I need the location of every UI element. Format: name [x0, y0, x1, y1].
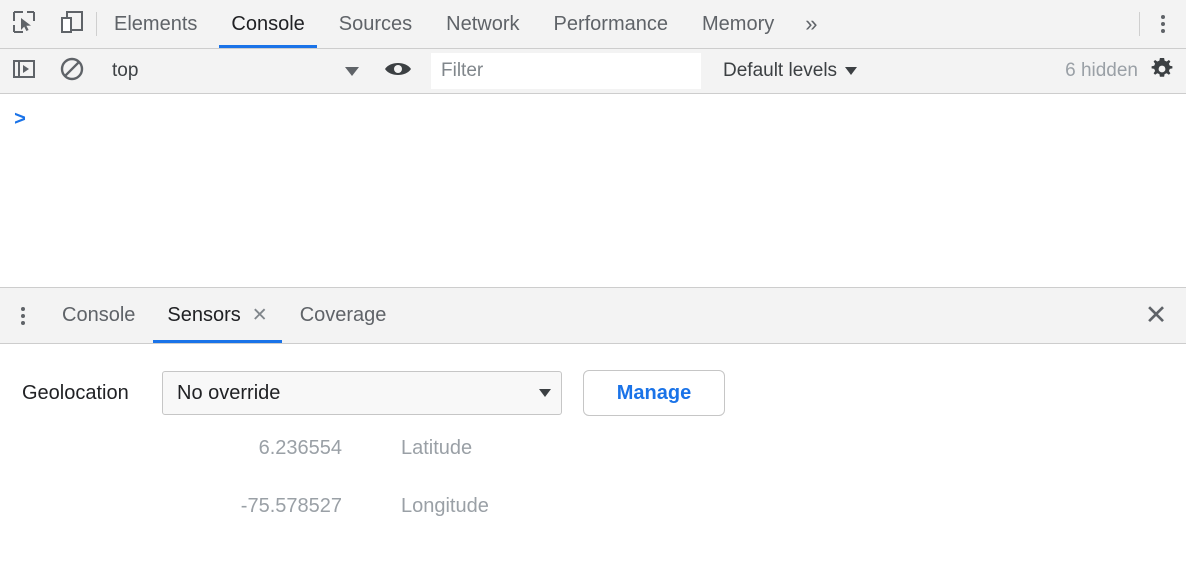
tab-sources[interactable]: Sources	[322, 0, 429, 48]
geolocation-row: Geolocation No override Manage	[0, 370, 1186, 416]
tab-memory[interactable]: Memory	[685, 0, 791, 48]
device-toolbar-button[interactable]	[48, 0, 96, 48]
latitude-label: Latitude	[401, 437, 472, 460]
log-levels-selector[interactable]: Default levels	[723, 60, 857, 82]
tab-console[interactable]: Console	[214, 0, 321, 48]
close-icon[interactable]: ✕	[252, 304, 268, 327]
live-expression-button[interactable]	[374, 58, 422, 85]
manage-button[interactable]: Manage	[583, 370, 725, 416]
clear-console-button[interactable]	[48, 56, 96, 87]
more-vertical-icon-dot	[21, 314, 25, 318]
main-tabbar: Elements Console Sources Network Perform…	[0, 0, 1186, 49]
live-expression-eye-icon	[383, 58, 413, 85]
main-menu-button[interactable]	[1140, 0, 1186, 48]
tab-performance[interactable]: Performance	[537, 0, 686, 48]
console-sidebar-button[interactable]	[0, 57, 48, 86]
more-vertical-icon-dot	[21, 307, 25, 311]
log-levels-label: Default levels	[723, 60, 837, 82]
more-tabs-button[interactable]: »	[791, 0, 831, 48]
more-vertical-icon-dot	[1161, 22, 1165, 26]
tabbar-spacer	[831, 0, 1139, 48]
drawer-tabbar: Console Sensors ✕ Coverage ✕	[0, 287, 1186, 344]
longitude-label: Longitude	[401, 495, 489, 518]
drawer-tabbar-spacer	[402, 288, 1126, 343]
tab-elements[interactable]: Elements	[97, 0, 214, 48]
longitude-input[interactable]: -75.578527	[0, 495, 342, 518]
tab-label: Console	[231, 13, 304, 36]
console-toolbar: top Default levels 6 hidden	[0, 49, 1186, 94]
execution-context-selector[interactable]: top	[97, 49, 373, 93]
drawer-tab-console[interactable]: Console	[46, 288, 151, 343]
filter-input[interactable]	[431, 53, 701, 89]
chevron-down-icon	[845, 67, 857, 75]
more-vertical-icon-dot	[21, 321, 25, 325]
close-drawer-button[interactable]: ✕	[1126, 288, 1186, 343]
tab-label: Elements	[114, 13, 197, 36]
tab-label: Performance	[554, 13, 669, 36]
chevron-down-icon	[345, 67, 359, 76]
sensors-panel: Geolocation No override Manage 6.236554 …	[0, 344, 1186, 586]
drawer-tab-label: Sensors	[167, 304, 240, 327]
console-sidebar-icon	[12, 57, 36, 86]
geolocation-label: Geolocation	[0, 382, 160, 405]
clear-console-icon	[59, 56, 85, 87]
chevron-down-icon	[539, 389, 551, 397]
latitude-row: 6.236554 Latitude	[0, 437, 472, 460]
inspect-element-button[interactable]	[0, 0, 48, 48]
more-vertical-icon-dot	[1161, 29, 1165, 33]
more-vertical-icon-dot	[1161, 15, 1165, 19]
chevron-double-right-icon: »	[805, 11, 817, 37]
tab-label: Network	[446, 13, 519, 36]
execution-context-label: top	[112, 60, 345, 82]
device-toolbar-icon	[59, 9, 85, 40]
geolocation-select[interactable]: No override	[162, 371, 562, 415]
hidden-messages-count[interactable]: 6 hidden	[1065, 60, 1138, 82]
latitude-input[interactable]: 6.236554	[0, 437, 342, 460]
console-prompt-chevron-icon: >	[14, 109, 26, 132]
tab-network[interactable]: Network	[429, 0, 536, 48]
drawer-tab-label: Console	[62, 304, 135, 327]
console-message-area[interactable]: >	[0, 95, 1186, 287]
longitude-row: -75.578527 Longitude	[0, 495, 489, 518]
tab-label: Memory	[702, 13, 774, 36]
drawer-tab-label: Coverage	[300, 304, 387, 327]
drawer-menu-button[interactable]	[0, 288, 46, 343]
gear-icon	[1149, 56, 1175, 87]
drawer-tab-sensors[interactable]: Sensors ✕	[151, 288, 283, 343]
console-settings-button[interactable]	[1138, 56, 1186, 87]
geolocation-select-value: No override	[177, 382, 539, 405]
inspect-element-icon	[11, 9, 37, 40]
drawer-tab-coverage[interactable]: Coverage	[284, 288, 403, 343]
tab-label: Sources	[339, 13, 412, 36]
